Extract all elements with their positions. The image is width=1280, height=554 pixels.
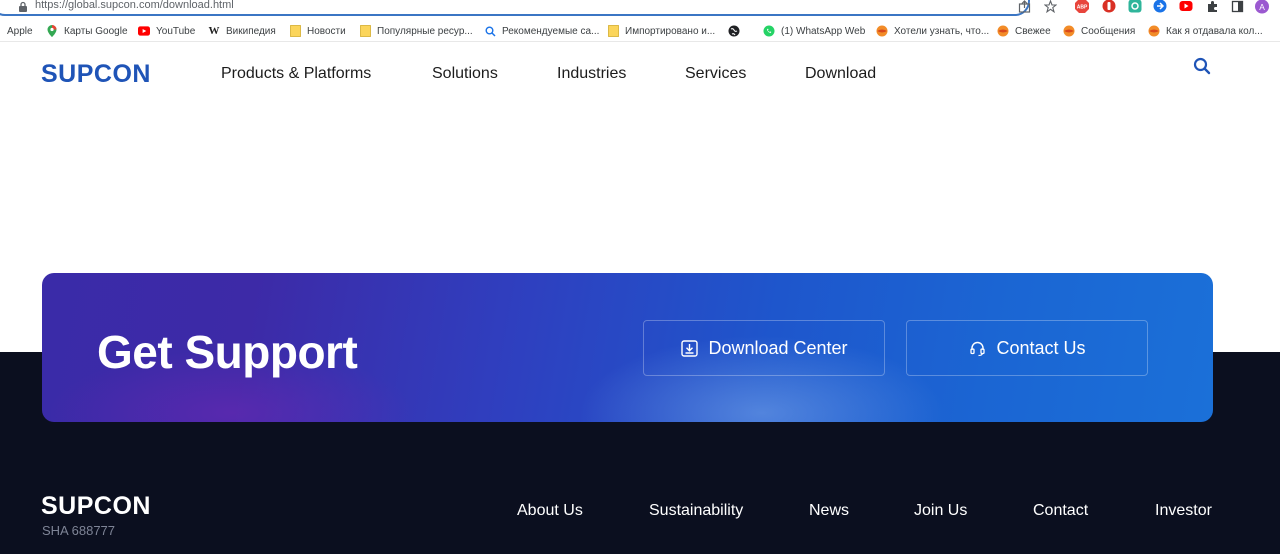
bookmark-svezhee[interactable]: Свежее — [997, 23, 1051, 39]
download-icon — [680, 339, 698, 357]
bookmark-kak-ya[interactable]: Как я отдавала кол... — [1148, 23, 1263, 39]
bookmark-label: Популярные ресур... — [377, 25, 473, 37]
bookmark-folder-imported[interactable]: Импортировано и... — [607, 23, 715, 39]
footer-link-contact[interactable]: Contact — [1033, 502, 1088, 520]
nav-products-platforms[interactable]: Products & Platforms — [221, 65, 371, 83]
bookmark-label: Apple — [7, 25, 33, 37]
lock-icon[interactable] — [17, 0, 29, 12]
address-bar-row: https://global.supcon.com/download.html … — [0, 0, 1280, 18]
extension-blue-icon[interactable] — [1153, 0, 1167, 13]
download-center-label: Download Center — [708, 337, 848, 358]
youtube-ext-icon[interactable] — [1179, 0, 1193, 13]
bookmark-label: Рекомендуемые са... — [502, 25, 600, 37]
wikipedia-icon: W — [208, 25, 220, 37]
url-text[interactable]: https://global.supcon.com/download.html — [35, 0, 234, 11]
bookmark-folder-news[interactable]: Новости — [289, 23, 346, 39]
footer-link-news[interactable]: News — [809, 502, 849, 520]
orange-ball-icon — [1148, 25, 1160, 37]
folder-icon — [359, 25, 371, 37]
bookmark-globe[interactable] — [728, 23, 746, 39]
banner-title: Get Support — [97, 326, 358, 378]
contact-us-button[interactable]: Contact Us — [906, 320, 1148, 376]
search-icon[interactable] — [1193, 57, 1211, 75]
bookmark-google-maps[interactable]: Карты Google — [46, 23, 128, 39]
bookmark-label: YouTube — [156, 25, 196, 37]
nav-download[interactable]: Download — [805, 65, 876, 83]
footer-link-join-us[interactable]: Join Us — [914, 502, 967, 520]
supcon-logo[interactable]: SUPCON — [41, 60, 151, 89]
site-header: SUPCON Products & Platforms Solutions In… — [0, 43, 1280, 105]
folder-icon — [289, 25, 301, 37]
adblock-red-icon[interactable] — [1102, 0, 1116, 13]
bookmark-whatsapp[interactable]: (1) WhatsApp Web — [763, 23, 865, 39]
grammarly-icon[interactable] — [1128, 0, 1142, 13]
bookmark-youtube[interactable]: YouTube — [138, 23, 195, 39]
puzzle-icon[interactable] — [1205, 0, 1219, 13]
bookmark-recommended[interactable]: Рекомендуемые са... — [484, 23, 599, 39]
folder-icon — [607, 25, 619, 37]
bookmark-label: Свежее — [1015, 25, 1051, 37]
contact-us-label: Contact Us — [996, 337, 1086, 358]
bookmark-label: Хотели узнать, что... — [894, 25, 990, 37]
footer-link-about-us[interactable]: About Us — [517, 502, 583, 520]
bookmark-hoteli[interactable]: Хотели узнать, что... — [876, 23, 989, 39]
bookmarks-bar: Apple Карты Google YouTube W Википедия Н… — [0, 20, 1280, 42]
search-icon — [484, 25, 496, 37]
maps-pin-icon — [46, 25, 58, 37]
get-support-banner: Get Support Download Center Contact Us — [42, 273, 1213, 422]
share-icon[interactable] — [1017, 0, 1031, 13]
footer-link-investor[interactable]: Investor — [1155, 502, 1212, 520]
sidebar-panel-icon[interactable] — [1230, 0, 1244, 13]
svg-text:ABP: ABP — [1077, 5, 1088, 11]
bookmark-folder-popular[interactable]: Популярные ресур... — [359, 23, 473, 39]
orange-ball-icon — [997, 25, 1009, 37]
footer-link-sustainability[interactable]: Sustainability — [649, 502, 743, 520]
bookmark-label: Википедия — [226, 25, 276, 37]
bookmark-label: Импортировано и... — [625, 25, 716, 37]
bookmark-apple[interactable]: Apple — [7, 23, 33, 39]
bookmark-label: Сообщения — [1081, 25, 1136, 37]
download-center-button[interactable]: Download Center — [643, 320, 885, 376]
bookmark-label: Как я отдавала кол... — [1166, 25, 1263, 37]
bookmark-label: (1) WhatsApp Web — [781, 25, 866, 37]
whatsapp-icon — [763, 25, 775, 37]
bookmark-label: Новости — [307, 25, 346, 37]
headset-icon — [968, 339, 986, 357]
nav-solutions[interactable]: Solutions — [432, 65, 498, 83]
footer-logo[interactable]: SUPCON — [41, 492, 151, 521]
bookmark-soobshcheniya[interactable]: Сообщения — [1063, 23, 1135, 39]
bookmark-label: Карты Google — [64, 25, 128, 37]
orange-ball-icon — [1063, 25, 1075, 37]
svg-text:A: A — [1259, 1, 1265, 11]
profile-avatar[interactable]: A — [1255, 0, 1269, 13]
nav-services[interactable]: Services — [685, 65, 746, 83]
nav-industries[interactable]: Industries — [557, 65, 626, 83]
orange-ball-icon — [876, 25, 888, 37]
youtube-icon — [138, 25, 150, 37]
bookmark-wikipedia[interactable]: W Википедия — [208, 23, 276, 39]
stock-code: SHA 688777 — [42, 523, 116, 538]
globe-icon — [728, 25, 740, 37]
abp-icon[interactable]: ABP — [1075, 0, 1089, 13]
bookmark-star-icon[interactable] — [1043, 0, 1057, 13]
